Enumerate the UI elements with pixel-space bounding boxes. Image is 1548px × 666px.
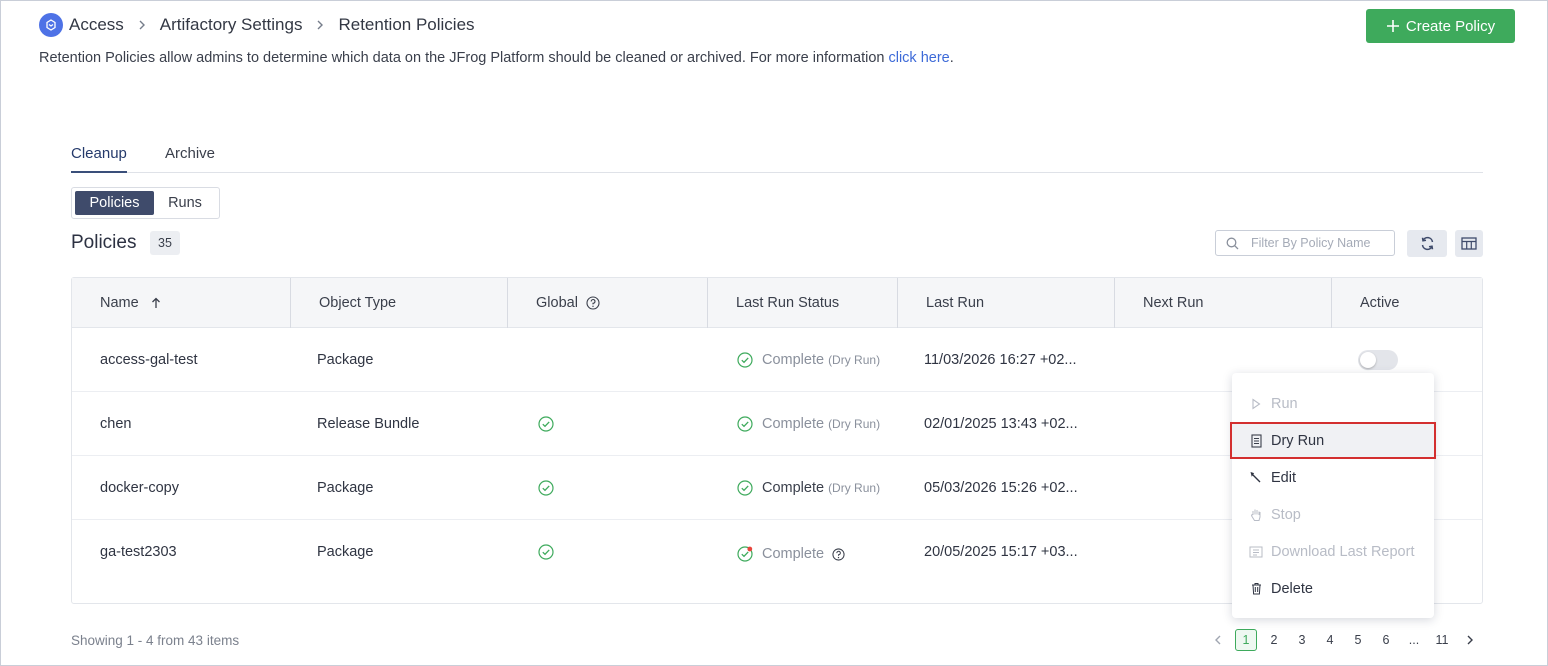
pencil-icon [1249, 471, 1263, 484]
tab-archive[interactable]: Archive [165, 145, 215, 162]
global-check-icon [538, 392, 554, 456]
page-ellipsis[interactable]: ... [1403, 629, 1425, 651]
document-icon [1249, 433, 1263, 448]
retention-tabs: Cleanup Archive [71, 141, 1483, 173]
view-segmented-control: Policies Runs [71, 187, 220, 219]
create-policy-button[interactable]: Create Policy [1366, 9, 1515, 43]
last-run-time: 02/01/2025 13:43 +02... [924, 416, 1078, 432]
column-header-global: Global [507, 278, 707, 328]
tab-cleanup[interactable]: Cleanup [71, 145, 127, 173]
breadcrumb-item-retention-policies: Retention Policies [338, 15, 475, 34]
global-check-icon [538, 456, 554, 520]
chevron-right-icon [138, 19, 146, 31]
column-header-active: Active [1331, 278, 1482, 328]
column-header-name[interactable]: Name [72, 278, 290, 328]
click-here-link[interactable]: click here [888, 50, 949, 66]
prev-page-button[interactable] [1207, 629, 1229, 651]
object-type: Package [317, 544, 374, 560]
breadcrumb: Access Artifactory Settings Retention Po… [39, 13, 475, 37]
hand-icon [1249, 508, 1263, 522]
last-run-time: 20/05/2025 15:17 +03... [924, 544, 1078, 560]
sort-ascending-icon[interactable] [151, 297, 161, 309]
policy-name[interactable]: ga-test2303 [100, 520, 177, 584]
segment-runs[interactable]: Runs [154, 191, 216, 215]
search-icon [1226, 237, 1239, 250]
page-button-6[interactable]: 6 [1375, 629, 1397, 651]
access-logo-icon [39, 13, 63, 37]
column-header-object-type: Object Type [290, 278, 507, 328]
policy-name[interactable]: docker-copy [100, 456, 179, 520]
check-circle-warning-icon [737, 546, 753, 562]
play-icon [1249, 397, 1263, 410]
chevron-right-icon [1466, 634, 1474, 646]
menu-item-run: Run [1232, 385, 1434, 422]
last-run-status: Complete [737, 522, 845, 586]
menu-item-stop: Stop [1232, 496, 1434, 533]
refresh-button[interactable] [1407, 230, 1447, 257]
object-type: Package [317, 352, 374, 368]
column-header-next-run: Next Run [1114, 278, 1331, 328]
last-run-status: Complete (Dry Run) [737, 456, 880, 520]
page-button-4[interactable]: 4 [1319, 629, 1341, 651]
object-type: Release Bundle [317, 416, 420, 432]
refresh-icon [1420, 236, 1435, 251]
intro-text: Retention Policies allow admins to deter… [39, 50, 954, 66]
last-run-time: 05/03/2026 15:26 +02... [924, 480, 1078, 496]
active-toggle[interactable] [1358, 350, 1398, 370]
check-circle-icon [737, 352, 753, 368]
check-circle-icon [737, 416, 753, 432]
column-header-last-run: Last Run [897, 278, 1114, 328]
last-run-status: Complete (Dry Run) [737, 328, 880, 392]
last-run-time: 11/03/2026 16:27 +02... [924, 352, 1077, 368]
menu-item-delete[interactable]: Delete [1232, 570, 1434, 607]
help-icon[interactable] [586, 296, 600, 310]
pagination: 1 2 3 4 5 6 ... 11 [1207, 629, 1487, 651]
chevron-right-icon [316, 19, 324, 31]
table-header: Name Object Type Global Last Run Status … [72, 278, 1482, 328]
breadcrumb-item-artifactory-settings[interactable]: Artifactory Settings [160, 15, 303, 35]
policy-name[interactable]: access-gal-test [100, 328, 198, 392]
filter-box [1215, 230, 1395, 256]
help-icon[interactable] [832, 547, 845, 561]
next-page-button[interactable] [1459, 629, 1481, 651]
policy-count-badge: 35 [150, 231, 180, 255]
object-type: Package [317, 480, 374, 496]
segment-policies[interactable]: Policies [75, 191, 154, 215]
page-button-3[interactable]: 3 [1291, 629, 1313, 651]
trash-icon [1249, 582, 1263, 595]
page-button-1[interactable]: 1 [1235, 629, 1257, 651]
column-header-last-run-status: Last Run Status [707, 278, 897, 328]
menu-item-download-last-report: Download Last Report [1232, 533, 1434, 570]
global-check-icon [538, 520, 554, 584]
filter-policy-input[interactable] [1251, 236, 1391, 250]
page-button-11[interactable]: 11 [1431, 629, 1453, 651]
download-report-icon [1249, 546, 1263, 558]
showing-items-text: Showing 1 - 4 from 43 items [71, 633, 240, 648]
page-button-2[interactable]: 2 [1263, 629, 1285, 651]
row-actions-menu: Run Dry Run Edit Stop Download Last Repo… [1230, 373, 1436, 618]
chevron-left-icon [1214, 634, 1222, 646]
check-circle-icon [737, 480, 753, 496]
columns-button[interactable] [1455, 230, 1483, 257]
last-run-status: Complete (Dry Run) [737, 392, 880, 456]
columns-icon [1461, 237, 1477, 250]
page-button-5[interactable]: 5 [1347, 629, 1369, 651]
section-title: Policies [71, 232, 137, 253]
plus-icon [1386, 19, 1400, 33]
menu-item-edit[interactable]: Edit [1232, 459, 1434, 496]
breadcrumb-item-access[interactable]: Access [69, 15, 124, 35]
policy-name[interactable]: chen [100, 392, 131, 456]
create-policy-label: Create Policy [1405, 17, 1496, 35]
menu-item-dry-run[interactable]: Dry Run [1230, 422, 1436, 459]
